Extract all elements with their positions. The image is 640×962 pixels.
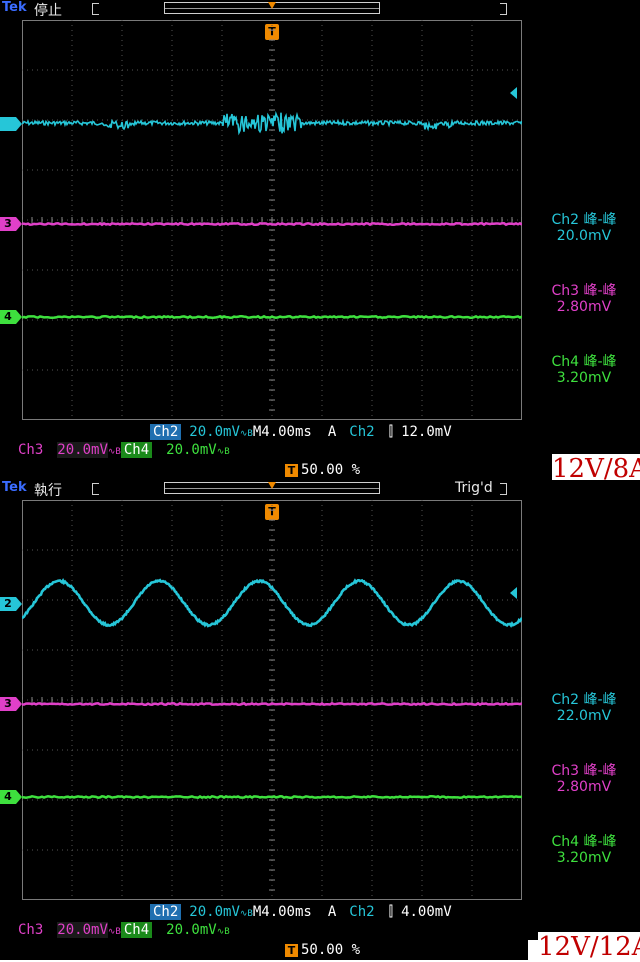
- trigger-source: Ch2: [349, 904, 375, 920]
- brand-logo: Tek: [2, 480, 27, 495]
- trigger-status: Trig'd: [455, 480, 493, 496]
- ch2-label: Ch2: [150, 424, 182, 440]
- ch2-scale: 20.0mV: [189, 904, 240, 920]
- ch4-trace: [22, 794, 522, 800]
- trigger-mode: A: [327, 424, 337, 440]
- acquisition-state: 停止: [34, 3, 62, 19]
- trigger-position-icon: T: [285, 464, 298, 477]
- record-bracket-right: [500, 3, 507, 15]
- oscilloscope-screen-2: Tek 執行 Trig'd T 2 3 4 Ch2 20.0mV∿BM4.00ms…: [0, 480, 528, 960]
- ch4-ground-marker[interactable]: 4: [0, 310, 22, 324]
- ch2-ground-marker[interactable]: 2: [0, 597, 22, 611]
- measurement-ch4-pk-pk: Ch4 峰-峰 3.20mV: [528, 354, 640, 386]
- ch3-scale: 20.0mV: [57, 442, 108, 458]
- trigger-slope-icon: ⫿: [388, 904, 394, 920]
- measurement-name: Ch3 峰-峰: [551, 283, 617, 299]
- ch3-label: Ch3: [18, 442, 44, 458]
- trigger-position-arrow-icon: [268, 482, 276, 489]
- ch2-label: Ch2: [150, 904, 182, 920]
- ch4-label: Ch4: [120, 442, 153, 458]
- measurement-panel-1: Ch2 峰-峰 20.0mV Ch3 峰-峰 2.80mV Ch4 峰-峰 3.…: [528, 0, 640, 480]
- trigger-position-arrow-icon: [268, 2, 276, 9]
- bandwidth-icon: ∿B: [107, 927, 121, 937]
- measurement-name: Ch2 峰-峰: [551, 212, 617, 228]
- measurement-ch4-pk-pk: Ch4 峰-峰 3.20mV: [528, 834, 640, 866]
- trigger-level: 4.00mV: [401, 904, 452, 920]
- measurement-value: 2.80mV: [556, 299, 612, 315]
- trigger-position-readout: T 50.00 %: [285, 462, 360, 478]
- bottom-readout-row-2: Ch3 20.0mV∿B Ch4 20.0mV∿B: [18, 442, 230, 460]
- ch3-ground-marker[interactable]: 3: [0, 697, 22, 711]
- timebase: M4.00ms: [252, 424, 312, 440]
- bottom-readout-row-1: Ch2 20.0mV∿BM4.00ms A Ch2 ⫿ 4.00mV: [150, 904, 452, 922]
- ch4-trace: [22, 314, 522, 320]
- bandwidth-icon: ∿B: [239, 909, 253, 919]
- measurement-value: 20.0mV: [556, 228, 612, 244]
- measurement-ch2-pk-pk: Ch2 峰-峰 22.0mV: [528, 692, 640, 724]
- measurement-value: 2.80mV: [556, 779, 612, 795]
- bandwidth-icon: ∿B: [239, 429, 253, 439]
- ch3-ground-marker[interactable]: 3: [0, 217, 22, 231]
- measurement-ch3-pk-pk: Ch3 峰-峰 2.80mV: [528, 763, 640, 795]
- bandwidth-icon: ∿B: [107, 447, 121, 457]
- trigger-slope-icon: ⫿: [388, 424, 394, 440]
- trigger-position-value: 50.00 %: [301, 462, 361, 478]
- bottom-readout-row-1: Ch2 20.0mV∿BM4.00ms A Ch2 ⫿ 12.0mV: [150, 424, 452, 442]
- ch3-label: Ch3: [18, 922, 44, 938]
- timebase: M4.00ms: [252, 904, 312, 920]
- trigger-position-value: 50.00 %: [301, 942, 361, 958]
- record-bracket-left: [92, 3, 99, 15]
- measurement-value: 3.20mV: [556, 370, 612, 386]
- caption-label-2: 12V/12A: [538, 932, 640, 962]
- measurement-name: Ch2 峰-峰: [551, 692, 617, 708]
- trigger-mode: A: [327, 904, 337, 920]
- ch2-trig-level-arrow-icon: [510, 87, 517, 99]
- bandwidth-icon: ∿B: [216, 927, 230, 937]
- ch4-scale: 20.0mV: [166, 922, 217, 938]
- ch2-scale: 20.0mV: [189, 424, 240, 440]
- measurement-name: Ch4 峰-峰: [551, 354, 617, 370]
- ch4-scale: 20.0mV: [166, 442, 217, 458]
- ch4-ground-marker[interactable]: 4: [0, 790, 22, 804]
- trigger-position-readout: T 50.00 %: [285, 942, 360, 958]
- measurement-value: 3.20mV: [556, 850, 612, 866]
- measurement-ch2-pk-pk: Ch2 峰-峰 20.0mV: [528, 212, 640, 244]
- brand-logo: Tek: [2, 0, 27, 15]
- measurement-name: Ch3 峰-峰: [551, 763, 617, 779]
- measurement-name: Ch4 峰-峰: [551, 834, 617, 850]
- ch2-trace: [22, 578, 522, 628]
- record-bracket-right: [500, 483, 507, 495]
- top-status-bar: Tek 停止: [0, 0, 528, 19]
- ch2-trig-level-arrow-icon: [510, 587, 517, 599]
- graticule: [22, 20, 522, 420]
- measurement-value: 22.0mV: [556, 708, 612, 724]
- bandwidth-icon: ∿B: [216, 447, 230, 457]
- bottom-readout-row-2: Ch3 20.0mV∿B Ch4 20.0mV∿B: [18, 922, 230, 940]
- top-status-bar: Tek 執行 Trig'd: [0, 480, 528, 499]
- ch3-trace: [22, 701, 522, 707]
- graticule: [22, 500, 522, 900]
- acquisition-state: 執行: [34, 483, 62, 499]
- ch3-scale: 20.0mV: [57, 922, 108, 938]
- trigger-position-icon: T: [285, 944, 298, 957]
- ch3-trace: [22, 221, 522, 227]
- trigger-level: 12.0mV: [401, 424, 452, 440]
- record-bracket-left: [92, 483, 99, 495]
- ch4-label: Ch4: [120, 922, 153, 938]
- measurement-panel-2: Ch2 峰-峰 22.0mV Ch3 峰-峰 2.80mV Ch4 峰-峰 3.…: [528, 480, 640, 940]
- trigger-source: Ch2: [349, 424, 375, 440]
- oscilloscope-screen-1: Tek 停止 T 2 3 4 Ch2 20.0mV∿BM4.00ms A Ch2 ⫿ 12…: [0, 0, 528, 480]
- ch2-ground-marker[interactable]: 2: [0, 117, 22, 131]
- measurement-ch3-pk-pk: Ch3 峰-峰 2.80mV: [528, 283, 640, 315]
